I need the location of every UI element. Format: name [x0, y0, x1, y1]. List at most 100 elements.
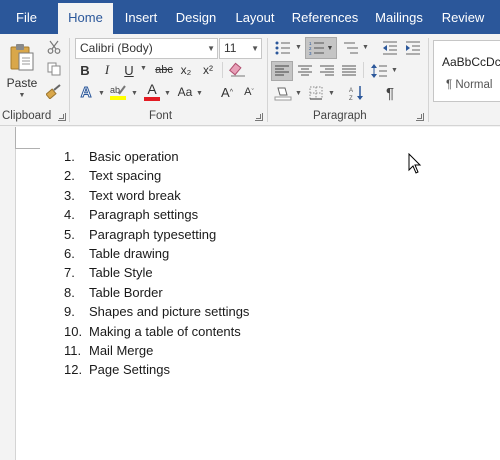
superscript-button[interactable]: x²: [199, 61, 217, 79]
clipboard-group-label: Clipboard: [2, 110, 52, 122]
clear-formatting-button[interactable]: [228, 61, 248, 79]
list-item-text: Shapes and picture settings: [89, 304, 250, 320]
multilevel-list-icon: [344, 42, 358, 54]
tab-layout[interactable]: Layout: [228, 0, 282, 34]
shading-button[interactable]: [273, 83, 293, 103]
tab-references[interactable]: References: [290, 0, 360, 34]
line-spacing-button[interactable]: [369, 61, 389, 81]
group-separator: [222, 62, 223, 78]
style-normal-preview[interactable]: AaBbCcDc: [442, 55, 500, 69]
list-item-number: 6.: [64, 246, 75, 261]
align-right-button[interactable]: [317, 61, 337, 81]
list-item-text: Paragraph typesetting: [89, 226, 217, 242]
font-group-label: Font: [149, 110, 173, 122]
decrease-indent-button[interactable]: [380, 38, 400, 58]
paint-bucket-icon: [274, 87, 292, 101]
show-formatting-marks-button[interactable]: ¶: [380, 83, 400, 103]
highlighter-icon: ab: [110, 85, 126, 100]
style-normal-label[interactable]: ¶ Normal: [446, 79, 492, 91]
format-painter-button[interactable]: [44, 82, 64, 100]
ribbon-tab-bar: File Home Insert Design Layout Reference…: [0, 0, 500, 34]
margin-corner-mark: [15, 127, 40, 149]
font-color-dropdown-icon[interactable]: ▼: [164, 90, 171, 97]
chevron-down-icon: ▼: [251, 44, 259, 53]
tab-home[interactable]: Home: [58, 3, 113, 34]
group-separator: [428, 38, 429, 122]
change-case-dropdown-icon[interactable]: ▼: [196, 90, 203, 97]
align-center-button[interactable]: [295, 61, 315, 81]
paste-dropdown-icon[interactable]: ▼: [19, 92, 26, 99]
styles-gallery: AaBbCcDc ¶ Normal: [433, 40, 500, 102]
paste-button[interactable]: Paste ▼: [5, 38, 39, 102]
bullets-button[interactable]: [273, 38, 293, 58]
increase-indent-button[interactable]: [403, 38, 423, 58]
group-separator: [267, 38, 268, 122]
cut-button[interactable]: [44, 38, 64, 56]
tab-mailings[interactable]: Mailings: [370, 0, 428, 34]
list-item-number: 7.: [64, 265, 75, 281]
justify-icon: [342, 65, 356, 76]
bold-button[interactable]: B: [77, 61, 93, 79]
group-separator: [363, 62, 364, 78]
numbering-icon: 1 2 3: [309, 41, 324, 55]
chevron-down-icon: ▼: [207, 44, 215, 53]
highlight-color-button[interactable]: ab: [108, 82, 128, 102]
change-case-button[interactable]: Aa: [176, 82, 194, 102]
subscript-button[interactable]: x₂: [177, 61, 195, 79]
tab-design[interactable]: Design: [170, 0, 222, 34]
list-item-number: 10.: [64, 323, 83, 339]
strikethrough-button[interactable]: abc: [154, 61, 174, 79]
bullets-dropdown-icon[interactable]: ▼: [295, 44, 302, 51]
grow-font-button[interactable]: A ^: [218, 82, 236, 102]
line-spacing-dropdown-icon[interactable]: ▼: [391, 67, 398, 74]
list-item-text: Basic operation: [89, 149, 179, 164]
list-item-text: Table Style: [89, 265, 153, 281]
decrease-indent-icon: [383, 41, 397, 55]
list-item-number: 3.: [64, 187, 75, 203]
text-effects-button[interactable]: A: [77, 82, 95, 102]
italic-button[interactable]: I: [99, 61, 115, 79]
underline-button[interactable]: U: [121, 61, 137, 79]
list-item-number: 9.: [64, 304, 75, 320]
text-effects-dropdown-icon[interactable]: ▼: [98, 90, 105, 97]
list-item-number: 8.: [64, 284, 75, 300]
align-right-icon: [320, 65, 334, 76]
highlight-dropdown-icon[interactable]: ▼: [131, 90, 138, 97]
list-item-text: Mail Merge: [89, 343, 154, 358]
tab-file[interactable]: File: [0, 0, 53, 34]
paragraph-launcher-icon[interactable]: [416, 113, 424, 121]
list-item-number: 5.: [64, 226, 75, 242]
font-color-button[interactable]: A: [143, 82, 161, 102]
svg-text:Z: Z: [349, 96, 353, 101]
numbering-dropdown-icon[interactable]: ▼: [327, 45, 334, 52]
copy-button[interactable]: [44, 60, 64, 78]
list-item-number: 12.: [64, 362, 83, 378]
multilevel-dropdown-icon[interactable]: ▼: [362, 44, 369, 51]
list-item-text: Table Border: [89, 284, 163, 300]
numbering-button[interactable]: 1 2 3 ▼: [305, 37, 337, 59]
align-left-button[interactable]: [271, 61, 293, 81]
clipboard-launcher-icon[interactable]: [58, 113, 66, 121]
sort-button[interactable]: A Z: [347, 83, 367, 103]
borders-button[interactable]: [306, 83, 326, 103]
underline-dropdown-icon[interactable]: ▼: [140, 65, 147, 72]
font-size-combo[interactable]: 11 ▼: [219, 38, 262, 59]
multilevel-list-button[interactable]: [341, 38, 361, 58]
tab-review[interactable]: Review: [436, 0, 490, 34]
font-launcher-icon[interactable]: [255, 113, 263, 121]
borders-icon: [309, 86, 323, 100]
paste-label: Paste: [6, 75, 38, 90]
shrink-font-button[interactable]: Aˇ: [240, 82, 258, 102]
text-effects-glyph: A: [80, 83, 92, 101]
svg-text:A: A: [349, 88, 353, 94]
borders-dropdown-icon[interactable]: ▼: [328, 90, 335, 97]
svg-text:3: 3: [309, 51, 312, 55]
shrink-font-glyph: A: [244, 86, 252, 98]
shading-dropdown-icon[interactable]: ▼: [295, 90, 302, 97]
tab-insert[interactable]: Insert: [116, 0, 166, 34]
list-item-text: Paragraph settings: [89, 207, 199, 223]
font-name-combo[interactable]: Calibri (Body) ▼: [75, 38, 218, 59]
list-item-number: 1.: [64, 149, 75, 164]
justify-button[interactable]: [339, 61, 359, 81]
paragraph-group-label: Paragraph: [313, 110, 367, 122]
